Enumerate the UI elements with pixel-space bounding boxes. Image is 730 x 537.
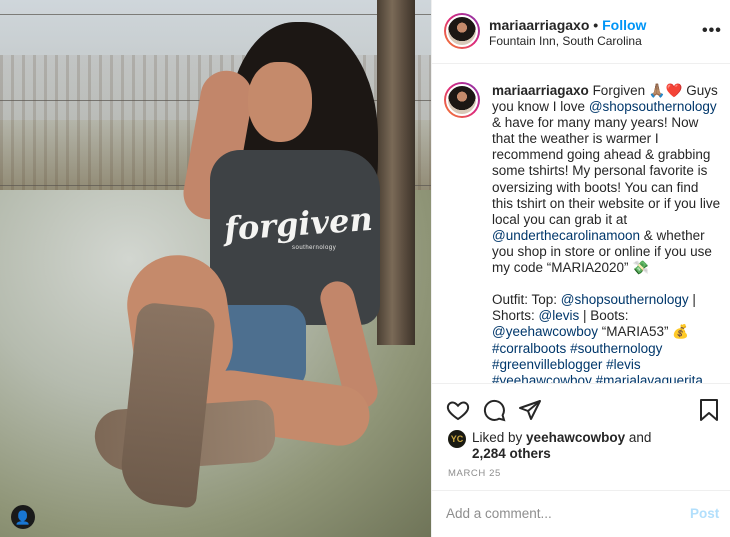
- heart-icon[interactable]: [446, 398, 470, 422]
- post-photo[interactable]: forgiven southernology 👤: [0, 0, 431, 537]
- liker-username[interactable]: yeehawcowboy: [526, 430, 625, 445]
- fence-wire: [0, 14, 431, 15]
- caption-area[interactable]: mariaarriagaxo Forgiven 🙏🏽❤️ Guys you kn…: [432, 64, 730, 384]
- post-comment-button[interactable]: Post: [690, 506, 719, 521]
- post-sidebar: mariaarriagaxo • Follow Fountain Inn, So…: [431, 0, 730, 537]
- caption-text: mariaarriagaxo Forgiven 🙏🏽❤️ Guys you kn…: [492, 83, 724, 383]
- subject-face: [248, 62, 312, 142]
- action-bar: [432, 392, 730, 428]
- caption-fragment: & have for many many years! Now that the…: [492, 99, 724, 227]
- likes-text: Liked by yeehawcowboy and 2,284 others: [472, 430, 652, 461]
- separator-dot: •: [593, 17, 599, 33]
- hashtag-link[interactable]: #greenvilleblogger: [492, 357, 602, 372]
- mention-link[interactable]: @underthecarolinamoon: [492, 228, 640, 243]
- comment-icon[interactable]: [482, 398, 506, 422]
- hashtag-link[interactable]: #levis: [606, 357, 641, 372]
- caption-fragment: “MARIA53” 💰: [601, 324, 690, 340]
- person-icon: 👤: [14, 509, 32, 525]
- caption-fragment: | Boots:: [579, 308, 633, 324]
- hashtag-link[interactable]: #corralboots: [492, 341, 566, 356]
- location-link[interactable]: Fountain Inn, South Carolina: [489, 34, 642, 48]
- mention-link[interactable]: @shopsouthernology: [589, 99, 717, 114]
- comment-input[interactable]: [446, 506, 666, 521]
- post-date[interactable]: MARCH 25: [448, 468, 501, 479]
- share-icon[interactable]: [518, 398, 542, 422]
- tagged-users-button[interactable]: 👤: [11, 505, 35, 529]
- avatar[interactable]: [444, 82, 480, 118]
- fence-post: [377, 0, 415, 345]
- shirt-print-sub: southernology: [292, 245, 337, 251]
- bookmark-icon[interactable]: [697, 398, 721, 422]
- avatar[interactable]: [444, 13, 480, 49]
- username-link[interactable]: mariaarriagaxo: [489, 17, 589, 33]
- hashtag-link[interactable]: #marialavaquerita: [596, 373, 703, 383]
- liker-avatar[interactable]: YC: [448, 430, 466, 448]
- post-header: mariaarriagaxo • Follow Fountain Inn, So…: [432, 0, 730, 64]
- follow-button[interactable]: Follow: [602, 17, 646, 33]
- more-options-icon[interactable]: •••: [702, 22, 722, 40]
- comment-bar: Post: [432, 490, 730, 537]
- mention-link[interactable]: @levis: [539, 308, 580, 323]
- likes-count[interactable]: 2,284 others: [472, 446, 551, 461]
- hashtag-link[interactable]: #yeehawcowboy: [492, 373, 592, 383]
- mention-link[interactable]: @shopsouthernology: [561, 292, 689, 307]
- caption-username[interactable]: mariaarriagaxo: [492, 83, 589, 98]
- caption-body: Forgiven 🙏🏽❤️ Guys you know I love @shop…: [492, 83, 724, 383]
- hashtag-link[interactable]: #southernology: [570, 341, 662, 356]
- mention-link[interactable]: @yeehawcowboy: [492, 324, 598, 339]
- header-userline: mariaarriagaxo • Follow: [489, 17, 646, 33]
